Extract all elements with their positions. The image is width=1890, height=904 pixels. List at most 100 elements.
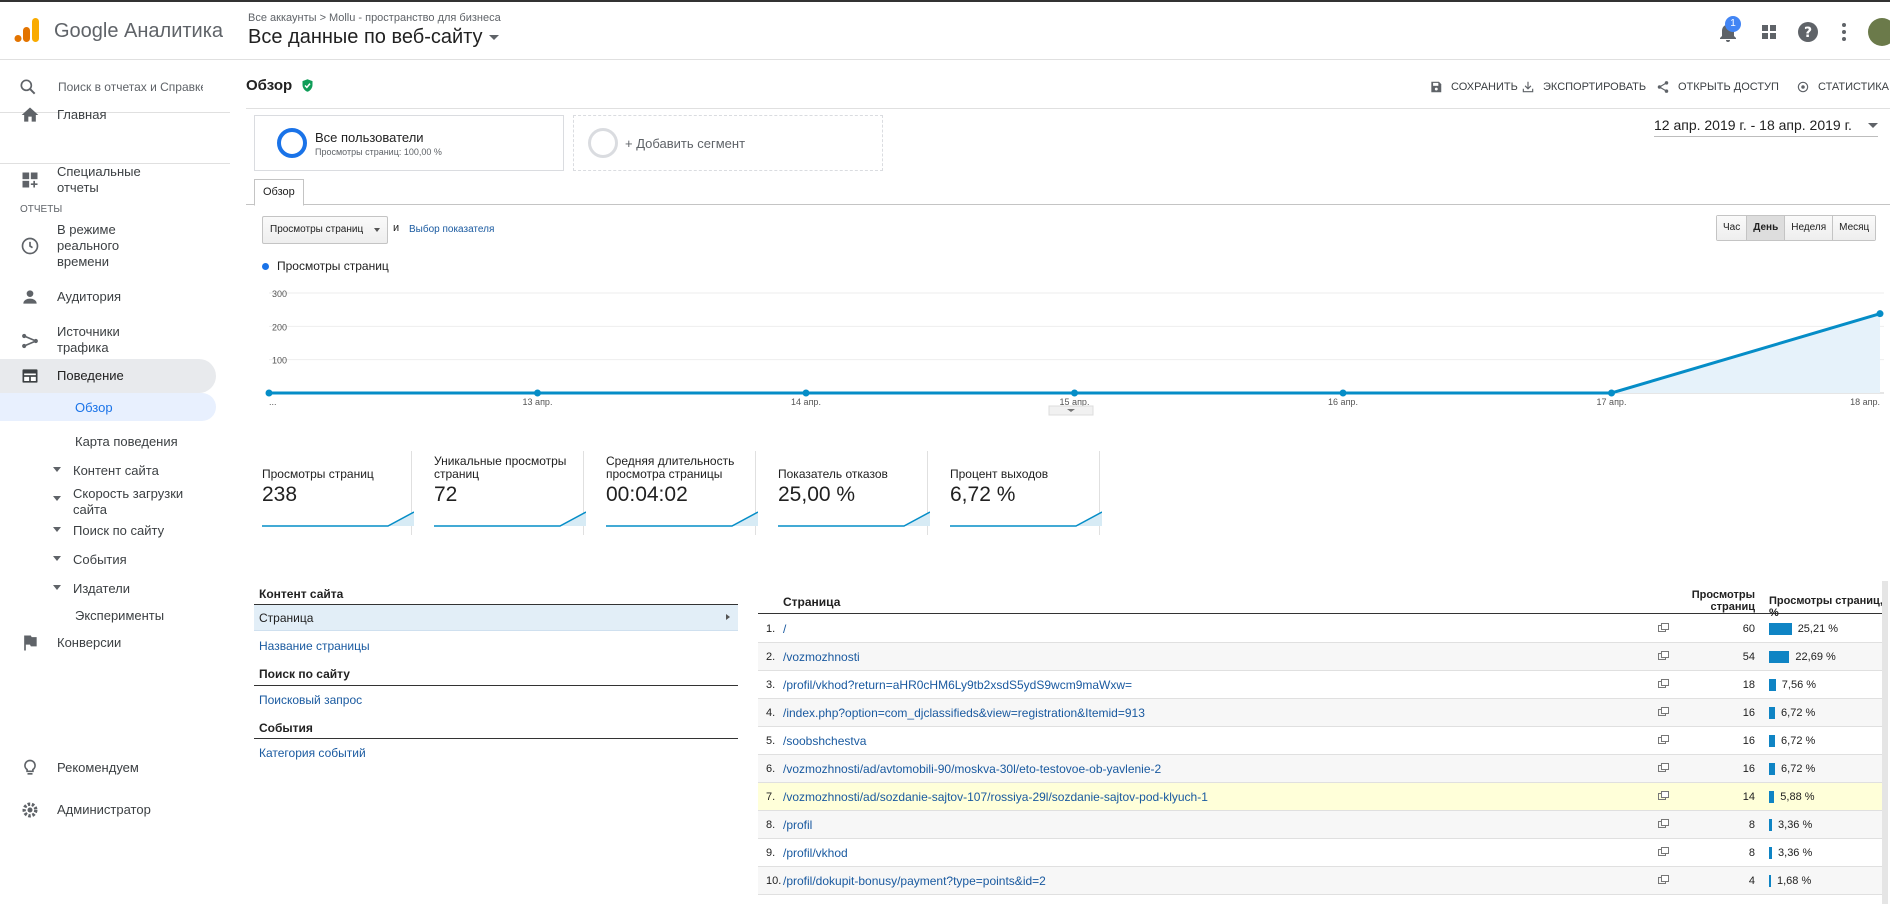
- report-dimension-search-term[interactable]: Поисковый запрос: [259, 693, 362, 707]
- percent-bar: [1769, 623, 1792, 635]
- table-row[interactable]: 1. / 60 25,21 %: [758, 615, 1884, 643]
- scorecard-label: Показатель отказов: [778, 467, 888, 481]
- insights-icon: [1797, 81, 1809, 93]
- data-point[interactable]: [1339, 389, 1347, 397]
- more-vert-icon[interactable]: [1832, 20, 1856, 44]
- data-point[interactable]: [265, 389, 273, 397]
- nav-experiments[interactable]: Эксперименты: [75, 608, 164, 623]
- tab-overview[interactable]: Обзор: [254, 179, 304, 206]
- nav-discover[interactable]: Рекомендуем: [0, 756, 230, 780]
- open-page-icon[interactable]: [1658, 651, 1669, 660]
- table-row[interactable]: 5. /soobshchestva 16 6,72 %: [758, 727, 1884, 755]
- table-row[interactable]: 9. /profil/vkhod 8 3,36 %: [758, 839, 1884, 867]
- scorecard-pageviews[interactable]: Просмотры страниц 238: [246, 451, 414, 535]
- open-page-icon[interactable]: [1658, 819, 1669, 828]
- nav-site-speed[interactable]: Скорость загрузки сайта: [53, 486, 213, 518]
- behavior-window-icon: [22, 369, 38, 383]
- open-page-icon[interactable]: [1658, 875, 1669, 884]
- data-point[interactable]: [1071, 389, 1078, 397]
- table-row[interactable]: 7. /vozmozhnosti/ad/sozdanie-sajtov-107/r…: [758, 783, 1884, 811]
- page-path-link[interactable]: /profil/dokupit-bonusy/payment?type=poin…: [783, 874, 1046, 888]
- insights-button[interactable]: СТАТИСТИКА: [1796, 80, 1889, 94]
- date-range-picker[interactable]: 12 апр. 2019 г. - 18 апр. 2019 г.: [1654, 117, 1878, 137]
- save-button[interactable]: СОХРАНИТЬ: [1429, 80, 1518, 94]
- open-page-icon[interactable]: [1658, 847, 1669, 856]
- table-row[interactable]: 10./profil/dokupit-bonusy/payment?type=p…: [758, 867, 1884, 895]
- add-segment-button[interactable]: + Добавить сегмент: [573, 115, 883, 171]
- nav-behavior-flow[interactable]: Карта поведения: [75, 434, 178, 449]
- data-point[interactable]: [802, 389, 810, 397]
- report-dimension-page[interactable]: Страница: [254, 605, 738, 631]
- sparkline: [434, 511, 586, 527]
- open-page-icon[interactable]: [1658, 735, 1669, 744]
- pageviews-value: 54: [1742, 651, 1755, 663]
- scorecard-label: Процент выходов: [950, 467, 1049, 481]
- page-path-link[interactable]: /vozmozhnosti/ad/sozdanie-sajtov-107/ros…: [783, 790, 1208, 804]
- open-page-icon[interactable]: [1658, 707, 1669, 716]
- column-header-pageviews[interactable]: Просмотры страниц: [1678, 589, 1755, 613]
- nav-site-search[interactable]: Поиск по сайту: [53, 523, 164, 538]
- report-section-divider: [254, 685, 738, 686]
- segment-all-users[interactable]: Все пользователи Просмотры страниц: 100,…: [254, 115, 564, 171]
- nav-events[interactable]: События: [53, 552, 127, 567]
- scorecard-value: 238: [262, 483, 298, 506]
- open-page-icon[interactable]: [1658, 679, 1669, 688]
- nav-custom-reports[interactable]: Специальные отчеты: [0, 163, 230, 197]
- row-index: 2.: [766, 651, 776, 663]
- nav-publisher[interactable]: Издатели: [53, 581, 130, 596]
- search-icon: [20, 79, 36, 95]
- report-section-divider: [254, 738, 738, 739]
- page-path-link[interactable]: /profil/vkhod: [783, 846, 848, 860]
- apps-grid-icon[interactable]: [1757, 20, 1781, 44]
- scorecard-avg-time[interactable]: Средняя длительность просмотра страницы …: [590, 451, 758, 535]
- table-row[interactable]: 6. /vozmozhnosti/ad/avtomobili-90/moskva-…: [758, 755, 1884, 783]
- percent-bar: [1769, 707, 1776, 719]
- export-button[interactable]: ЭКСПОРТИРОВАТЬ: [1521, 80, 1646, 94]
- scorecard-exit-rate[interactable]: Процент выходов 6,72 %: [934, 451, 1102, 535]
- table-row[interactable]: 3. /profil/vkhod?return=aHR0cHM6Ly9tb2xsd…: [758, 671, 1884, 699]
- page-path-link[interactable]: /index.php?option=com_djclassifieds&view…: [783, 706, 1145, 720]
- analytics-logo-icon[interactable]: [14, 16, 40, 44]
- data-point[interactable]: [1608, 389, 1615, 397]
- nav-behavior-overview[interactable]: Обзор: [75, 400, 113, 415]
- open-page-icon[interactable]: [1658, 791, 1669, 800]
- page-path-link[interactable]: /vozmozhnosti: [783, 650, 860, 664]
- page-path-link[interactable]: /profil: [783, 818, 812, 832]
- table-scrollbar[interactable]: [1882, 581, 1888, 904]
- user-avatar[interactable]: [1868, 18, 1890, 46]
- page-path-link[interactable]: /vozmozhnosti/ad/avtomobili-90/moskva-30…: [783, 762, 1161, 776]
- page-path-link[interactable]: /: [783, 622, 786, 636]
- insights-button-label: СТАТИСТИКА: [1818, 81, 1889, 93]
- report-dimension-event-category[interactable]: Категория событий: [259, 746, 366, 760]
- data-point[interactable]: [534, 389, 541, 397]
- nav-conversions[interactable]: Конверсии: [0, 631, 230, 655]
- scorecard-unique-pageviews[interactable]: Уникальные просмотры страниц 72: [418, 451, 586, 535]
- open-page-icon[interactable]: [1658, 763, 1669, 772]
- nav-site-content[interactable]: Контент сайта: [53, 463, 159, 478]
- percent-bar: [1769, 763, 1776, 775]
- help-icon[interactable]: ?: [1796, 20, 1820, 44]
- search-input[interactable]: Поиск в отчетах и Справке: [58, 80, 203, 94]
- nav-admin[interactable]: Администратор: [0, 798, 230, 822]
- open-page-icon[interactable]: [1658, 623, 1669, 632]
- nav-home[interactable]: Главная: [0, 101, 230, 129]
- column-header-page[interactable]: Страница: [783, 595, 840, 609]
- scorecard-bounce-rate[interactable]: Показатель отказов 25,00 %: [762, 451, 930, 535]
- data-point[interactable]: [1876, 310, 1884, 318]
- table-row[interactable]: 4. /index.php?option=com_djclassifieds&vi…: [758, 699, 1884, 727]
- share-button[interactable]: ОТКРЫТЬ ДОСТУП: [1656, 80, 1779, 94]
- table-row[interactable]: 2. /vozmozhnosti 54 22,69 %: [758, 643, 1884, 671]
- report-dimension-page-title[interactable]: Название страницы: [259, 639, 370, 653]
- nav-audience-label: Аудитория: [57, 289, 122, 304]
- dashboard-add-icon: [22, 172, 38, 188]
- account-breadcrumb[interactable]: Все аккаунты > Mollu - пространство для …: [248, 12, 501, 24]
- nav-acquisition[interactable]: Источники трафика: [0, 323, 230, 357]
- nav-audience[interactable]: Аудитория: [0, 285, 230, 309]
- view-selector[interactable]: Все данные по веб-сайту: [248, 26, 499, 49]
- page-path-link[interactable]: /profil/vkhod?return=aHR0cHM6Ly9tb2xsdS5…: [783, 678, 1132, 692]
- share-icon: [1657, 81, 1669, 93]
- table-row[interactable]: 8. /profil 8 3,36 %: [758, 811, 1884, 839]
- nav-behavior[interactable]: Поведение: [0, 359, 230, 393]
- nav-realtime[interactable]: В режиме реального времени: [0, 222, 230, 270]
- page-path-link[interactable]: /soobshchestva: [783, 734, 866, 748]
